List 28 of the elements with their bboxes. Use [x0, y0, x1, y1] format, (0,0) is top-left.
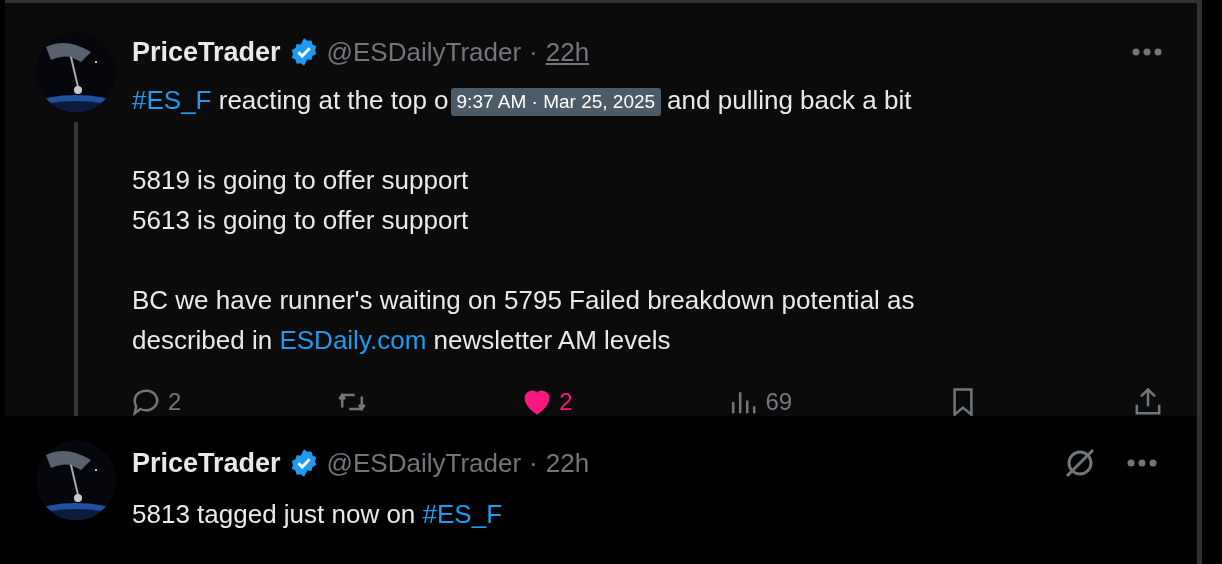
views-button[interactable]: 69 — [729, 388, 793, 416]
author-handle[interactable]: @ESDailyTrader — [326, 447, 522, 479]
author-handle[interactable]: @ESDailyTrader — [326, 36, 522, 68]
reply-icon — [132, 388, 160, 416]
tweet-text: 5613 is going to offer support — [132, 204, 470, 237]
author-name[interactable]: PriceTrader — [132, 447, 281, 479]
separator-dot: · — [529, 36, 538, 68]
timestamp-link[interactable]: 22h — [545, 36, 590, 68]
tweet-text: 5819 is going to offer support — [132, 164, 470, 197]
more-button[interactable] — [1127, 459, 1157, 467]
tweet-text: 5813 tagged just now on #ES_F — [132, 498, 504, 531]
timestamp-link[interactable]: 22h — [545, 447, 590, 479]
hashtag-link[interactable]: ESDaily.com — [279, 325, 427, 355]
grok-button[interactable] — [1063, 446, 1097, 480]
timestamp-tooltip: 9:37 AM · Mar 25, 2025 — [450, 88, 662, 117]
like-button[interactable]: 2 — [523, 388, 573, 416]
hashtag-link[interactable]: #ES_F — [132, 85, 212, 115]
reply-button[interactable]: 2 — [132, 388, 182, 416]
heart-icon — [523, 388, 552, 416]
tweet-text: BC we have runner's waiting on 5795 Failed breakdown potential as — [132, 284, 916, 317]
hashtag-link[interactable]: #ES_F — [422, 499, 503, 529]
separator-dot: · — [529, 447, 538, 479]
author-name[interactable]: PriceTrader — [132, 36, 281, 68]
share-button[interactable] — [1133, 388, 1162, 416]
tweet-text: #ES_F reacting at the top o 9:37 AM · Mar 25, 2025 and pulling back a bit — [132, 84, 913, 119]
more-button[interactable] — [1132, 48, 1162, 56]
share-icon — [1133, 388, 1162, 416]
tweet-text: described in ESDaily.com newsletter AM levels — [132, 324, 672, 357]
